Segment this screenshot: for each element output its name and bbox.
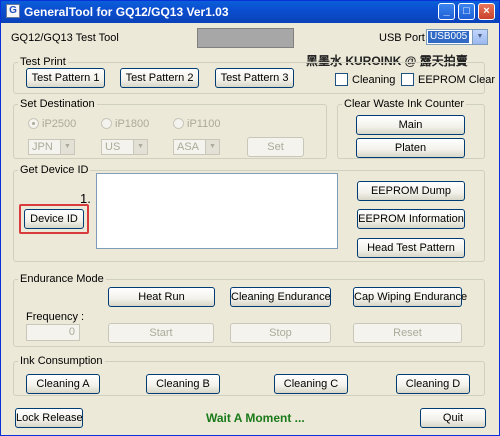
chevron-down-icon[interactable]: ▼ [60,140,74,154]
radio-ip2500[interactable] [28,118,39,129]
connection-status-box [197,28,294,48]
cleaning-c-button[interactable]: Cleaning C [274,374,348,394]
test-pattern-3-button[interactable]: Test Pattern 3 [215,68,294,88]
status-message: Wait A Moment ... [206,411,305,425]
start-button[interactable]: Start [108,323,214,343]
test-print-title: Test Print [18,56,68,68]
window-title: GeneralTool for GQ12/GQ13 Ver1.03 [24,5,229,19]
chevron-down-icon[interactable]: ▼ [205,140,219,154]
cleaning-a-button[interactable]: Cleaning A [26,374,100,394]
clear-waste-title: Clear Waste Ink Counter [342,98,467,110]
usb-port-select[interactable]: USB005 ▼ [426,29,488,45]
radio-ip2500-label: iP2500 [42,118,77,130]
title-bar[interactable]: G GeneralTool for GQ12/GQ13 Ver1.03 _ □ … [1,1,499,23]
frequency-label: Frequency : [26,311,85,323]
cleaning-checkbox[interactable] [335,73,348,86]
clear-main-button[interactable]: Main [356,115,465,135]
eeprom-clear-checkbox[interactable] [401,73,414,86]
cap-wiping-endurance-button[interactable]: Cap Wiping Endurance [353,287,467,307]
destination-select-asa[interactable]: ASA ▼ [173,139,220,155]
chevron-down-icon[interactable]: ▼ [133,140,147,154]
device-id-button[interactable]: Device ID [24,209,84,229]
lock-release-button[interactable]: Lock Release [15,408,83,428]
cleaning-b-button[interactable]: Cleaning B [146,374,220,394]
get-device-id-title: Get Device ID [18,164,91,176]
cleaning-endurance-button[interactable]: Cleaning Endurance [230,287,331,307]
eeprom-information-button[interactable]: EEPROM Information [357,209,465,229]
radio-ip1800-label: iP1800 [115,118,150,130]
set-button[interactable]: Set [247,137,304,157]
device-id-output[interactable] [96,173,338,249]
tool-name-label: GQ12/GQ13 Test Tool [11,32,119,44]
app-window: G GeneralTool for GQ12/GQ13 Ver1.03 _ □ … [0,0,500,436]
cleaning-checkbox-label: Cleaning [352,74,396,86]
stop-button[interactable]: Stop [230,323,331,343]
destination-select-jpn[interactable]: JPN ▼ [28,139,75,155]
close-icon[interactable]: × [478,3,495,20]
destination-select-asa-value: ASA [177,141,200,153]
usb-port-value: USB005 [428,31,470,43]
radio-ip1800[interactable] [101,118,112,129]
frequency-input[interactable]: 0 [26,324,80,341]
eeprom-dump-button[interactable]: EEPROM Dump [357,181,465,201]
reset-button[interactable]: Reset [353,323,462,343]
radio-ip1100-label: iP1100 [187,118,221,130]
radio-ip1100[interactable] [173,118,184,129]
eeprom-clear-checkbox-label: EEPROM Clear [418,74,496,86]
quit-button[interactable]: Quit [420,408,486,428]
minimize-icon[interactable]: _ [438,3,455,20]
head-test-pattern-button[interactable]: Head Test Pattern [357,238,465,258]
test-pattern-1-button[interactable]: Test Pattern 1 [26,68,105,88]
ink-consumption-title: Ink Consumption [18,355,105,367]
destination-select-jpn-value: JPN [32,141,53,153]
set-destination-title: Set Destination [18,98,97,110]
destination-select-us-value: US [105,141,121,153]
endurance-mode-title: Endurance Mode [18,273,106,285]
chevron-down-icon[interactable]: ▼ [472,30,487,44]
destination-select-us[interactable]: US ▼ [101,139,148,155]
clear-platen-button[interactable]: Platen [356,138,465,158]
usb-port-label: USB Port : [379,32,431,44]
app-icon: G [6,4,20,18]
heat-run-button[interactable]: Heat Run [108,287,215,307]
maximize-icon[interactable]: □ [458,3,475,20]
cleaning-d-button[interactable]: Cleaning D [396,374,470,394]
test-pattern-2-button[interactable]: Test Pattern 2 [120,68,199,88]
